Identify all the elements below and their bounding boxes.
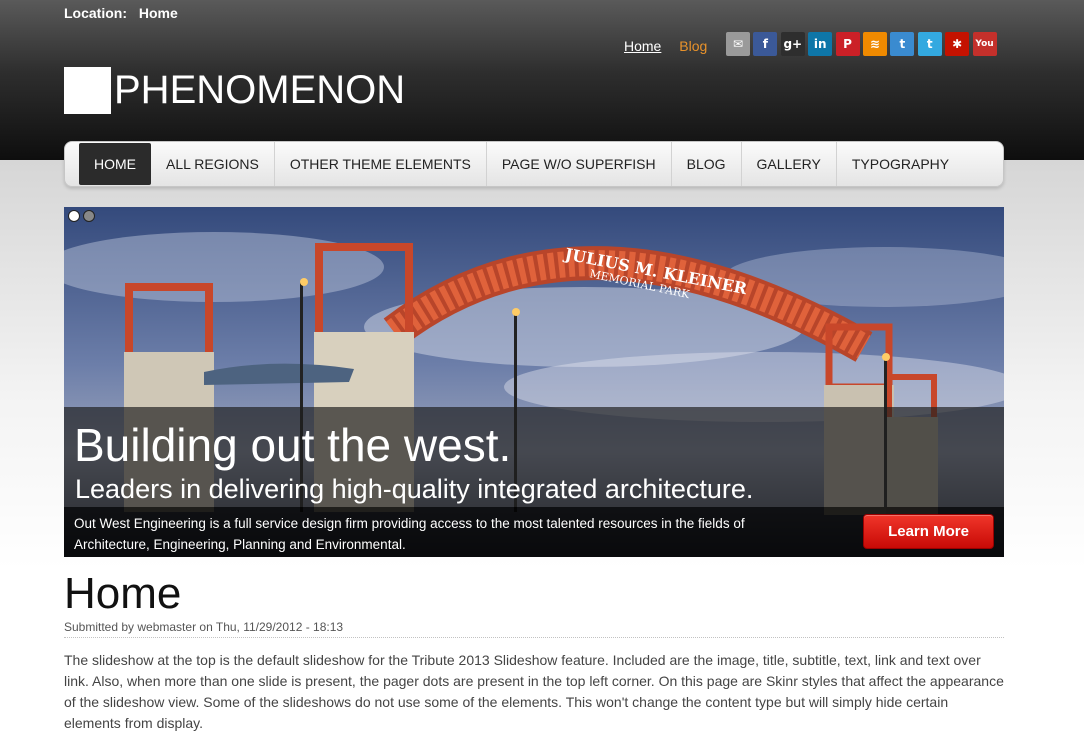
slide-subtitle: Leaders in delivering high-quality integ… (75, 474, 754, 504)
email-icon[interactable]: ✉ (726, 32, 750, 56)
rss-icon[interactable]: ≋ (862, 32, 887, 56)
yelp-icon[interactable]: ✱ (945, 32, 970, 56)
page-title: Home (64, 569, 182, 618)
slide-text: Out West Engineering is a full service d… (74, 516, 745, 552)
logo-square[interactable] (64, 67, 111, 114)
top-links: Home Blog (624, 38, 721, 54)
tumblr-icon[interactable]: t (890, 32, 915, 56)
pinterest-icon[interactable]: P (835, 32, 860, 56)
menu-item-home[interactable]: HOME (79, 143, 151, 185)
menu-item-typography[interactable]: TYPOGRAPHY (837, 142, 964, 186)
slideshow: JULIUS M. KLEINER MEMORIAL PARK Building… (64, 207, 1004, 557)
facebook-icon[interactable]: f (753, 32, 778, 56)
youtube-icon[interactable]: You (972, 32, 997, 56)
slide-title: Building out the west. (74, 419, 512, 471)
menu-item-other-theme-elements[interactable]: OTHER THEME ELEMENTS (275, 142, 487, 186)
menu-item-all-regions[interactable]: ALL REGIONS (151, 142, 275, 186)
linkedin-icon[interactable]: in (808, 32, 833, 56)
menu-item-gallery[interactable]: GALLERY (742, 142, 837, 186)
location-value: Home (138, 5, 178, 21)
location-label: Location: (64, 5, 127, 21)
google-plus-icon[interactable]: g+ (780, 32, 805, 56)
site-logo[interactable]: PHENOMENON (114, 68, 405, 113)
top-link-home[interactable]: Home (624, 38, 661, 54)
body-text: The slideshow at the top is the default … (64, 652, 1004, 731)
slide-pager (68, 210, 95, 222)
pager-dot[interactable] (83, 210, 95, 222)
main-menu-list: HOME ALL REGIONS OTHER THEME ELEMENTS PAGE … (65, 142, 1003, 186)
divider (64, 637, 1004, 638)
location-breadcrumb: Location: Home (64, 5, 178, 21)
top-link-blog[interactable]: Blog (679, 38, 707, 54)
learn-more-button[interactable]: Learn More (863, 514, 994, 549)
menu-item-page-w-o-superfish[interactable]: PAGE W/O SUPERFISH (487, 142, 672, 186)
pager-dot[interactable] (68, 210, 80, 222)
menu-item-blog[interactable]: BLOG (672, 142, 742, 186)
twitter-icon[interactable]: t (917, 32, 942, 56)
main-menu: HOME ALL REGIONS OTHER THEME ELEMENTS PAGE … (64, 141, 1004, 187)
social-icons: ✉ f g+ in P ≋ t t ✱ You (726, 32, 997, 56)
submitted-info: Submitted by webmaster on Thu, 11/29/201… (64, 620, 344, 634)
